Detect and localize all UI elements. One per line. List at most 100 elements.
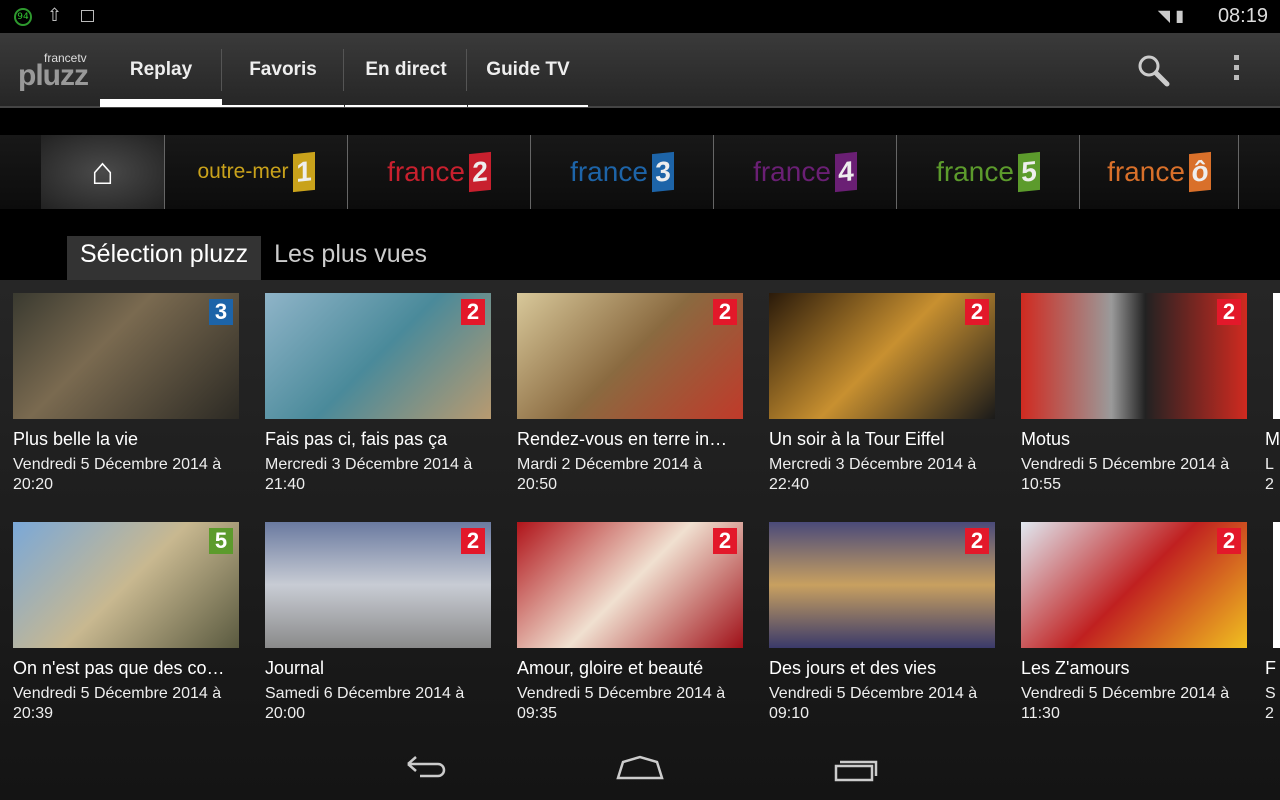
back-icon[interactable] xyxy=(400,750,450,786)
channel-number: ô xyxy=(1188,151,1211,193)
broadcast-time: 09:35 xyxy=(517,705,558,722)
program-card[interactable]: 2 Un soir à la Tour Eiffel Mercredi 3 Déce… xyxy=(769,293,1001,495)
program-date: Vendredi 5 Décembre 2014 à 09:10 xyxy=(769,684,1001,724)
channel-name: france xyxy=(753,156,831,187)
program-title: M xyxy=(1265,429,1280,449)
broadcast-date: Vendredi 5 Décembre 2014 à xyxy=(769,685,978,702)
search-icon[interactable] xyxy=(1136,53,1170,87)
navigation-bar xyxy=(0,740,1280,800)
program-title: Les Z'amours xyxy=(1021,658,1130,678)
program-card[interactable]: 5 On n'est pas que des co… Vendredi 5 Déce… xyxy=(13,522,245,724)
program-date: Vendredi 5 Décembre 2014 à 20:39 xyxy=(13,684,245,724)
program-grid: 3 Plus belle la vie Vendredi 5 Décembre 20… xyxy=(0,280,1280,800)
broadcast-time: 10:55 xyxy=(1021,476,1062,493)
program-thumbnail: 2 xyxy=(265,293,491,419)
tab-guide-tv[interactable]: Guide TV xyxy=(468,33,588,107)
broadcast-time: 2 xyxy=(1265,705,1274,722)
program-thumbnail: 5 xyxy=(13,522,239,648)
channel-number: 4 xyxy=(834,151,857,193)
broadcast-date: Samedi 6 Décembre 2014 à xyxy=(265,685,465,702)
broadcast-date: Vendredi 5 Décembre 2014 à xyxy=(13,685,222,702)
program-thumbnail: 2 xyxy=(769,522,995,648)
program-card[interactable]: 2 Des jours et des vies Vendredi 5 Décembr… xyxy=(769,522,1001,724)
tab-en-direct[interactable]: En direct xyxy=(345,33,467,107)
pluzz-logo[interactable]: francetv pluzz xyxy=(18,51,98,92)
channel-france-2[interactable]: france 2 xyxy=(348,135,531,209)
upload-icon: ⇧ xyxy=(47,5,63,26)
broadcast-date: Vendredi 5 Décembre 2014 à xyxy=(1021,456,1230,473)
channel-number: 1 xyxy=(292,151,315,193)
channel-home[interactable]: ⌂ xyxy=(41,135,165,209)
program-thumbnail: 2 xyxy=(1021,522,1247,648)
channel-france-3[interactable]: france 3 xyxy=(531,135,714,209)
program-date: Mercredi 3 Décembre 2014 à 21:40 xyxy=(265,455,497,495)
channel-name: france xyxy=(387,156,465,187)
channel-badge: 2 xyxy=(1217,528,1241,554)
program-date: Vendredi 5 Décembre 2014 à 20:20 xyxy=(13,455,245,495)
broadcast-date: Mercredi 3 Décembre 2014 à xyxy=(265,456,473,473)
status-bar: 94 ⇧ ◥ ▮ 08:19 xyxy=(0,0,1280,33)
channel-badge: 2 xyxy=(713,528,737,554)
channel-france-5[interactable]: france 5 xyxy=(897,135,1080,209)
program-title: Un soir à la Tour Eiffel xyxy=(769,429,945,449)
channel-number: 2 xyxy=(468,151,491,193)
broadcast-date: Vendredi 5 Décembre 2014 à xyxy=(13,456,222,473)
program-card[interactable]: 2 Amour, gloire et beauté Vendredi 5 Décem… xyxy=(517,522,749,724)
broadcast-date: S xyxy=(1265,685,1276,702)
broadcast-time: 20:39 xyxy=(13,705,54,722)
program-date: Mercredi 3 Décembre 2014 à 22:40 xyxy=(769,455,1001,495)
broadcast-date: Mardi 2 Décembre 2014 à xyxy=(517,456,702,473)
channel-badge: 2 xyxy=(461,299,485,325)
channel-bar: ⌂ outre-mer 1 france 2 france 3 france 4 france 5 f… xyxy=(0,135,1280,209)
clock: 08:19 xyxy=(1217,5,1268,27)
program-card[interactable]: 2 Fais pas ci, fais pas ça Mercredi 3 Déce… xyxy=(265,293,497,495)
program-card[interactable]: ML2 xyxy=(1265,293,1280,495)
channel-number: 5 xyxy=(1017,151,1040,193)
program-date: Vendredi 5 Décembre 2014 à 11:30 xyxy=(1021,684,1253,724)
program-title: Des jours et des vies xyxy=(769,658,937,678)
broadcast-time: 20:00 xyxy=(265,705,306,722)
broadcast-time: 20:50 xyxy=(517,476,558,493)
program-title: Motus xyxy=(1021,429,1071,449)
recent-apps-icon[interactable] xyxy=(832,750,882,786)
logo-main: pluzz xyxy=(18,59,89,92)
broadcast-date: L xyxy=(1265,456,1274,473)
home-icon[interactable] xyxy=(615,750,665,786)
program-thumbnail: 2 xyxy=(517,522,743,648)
channel-badge: 3 xyxy=(209,299,233,325)
program-card[interactable]: 2 Rendez-vous en terre in… Mardi 2 Décembr… xyxy=(517,293,749,495)
broadcast-time: 11:30 xyxy=(1021,705,1060,722)
program-thumbnail xyxy=(1273,522,1280,648)
tab-label: Replay xyxy=(129,58,193,80)
program-card[interactable]: 2 Motus Vendredi 5 Décembre 2014 à 10:55 xyxy=(1021,293,1253,495)
channel-france-4[interactable]: france 4 xyxy=(714,135,897,209)
channel-badge: 2 xyxy=(965,299,989,325)
channel-name: france xyxy=(936,156,1014,187)
program-title: Amour, gloire et beauté xyxy=(517,658,704,678)
overflow-menu-icon[interactable] xyxy=(1234,55,1240,85)
channel-outre-mer-1[interactable]: outre-mer 1 xyxy=(165,135,348,209)
program-card[interactable]: 2 Les Z'amours Vendredi 5 Décembre 2014 à 1… xyxy=(1021,522,1253,724)
tab-replay[interactable]: Replay xyxy=(100,33,222,107)
program-card[interactable]: 2 Journal Samedi 6 Décembre 2014 à 20:00 xyxy=(265,522,497,724)
tab-selection-pluzz[interactable]: Sélection pluzz xyxy=(67,236,262,280)
channel-name: france xyxy=(570,156,648,187)
program-title: Rendez-vous en terre in… xyxy=(517,429,728,449)
program-card[interactable]: FS2 xyxy=(1265,522,1280,724)
program-date: Vendredi 5 Décembre 2014 à 10:55 xyxy=(1021,455,1253,495)
broadcast-time: 09:10 xyxy=(769,705,810,722)
channel-name: outre-mer xyxy=(197,160,289,183)
tab-les-plus-vues[interactable]: Les plus vues xyxy=(261,236,440,280)
action-bar: francetv pluzz Replay Favoris En direct … xyxy=(0,33,1280,108)
channel-number: 3 xyxy=(651,151,674,193)
section-tabs: Sélection pluzz Les plus vues xyxy=(67,236,440,280)
tab-label: Guide TV xyxy=(486,58,570,80)
channel-france-ô[interactable]: france ô xyxy=(1080,135,1239,209)
tab-favoris[interactable]: Favoris xyxy=(222,33,344,107)
program-thumbnail xyxy=(1273,293,1280,419)
program-thumbnail: 2 xyxy=(769,293,995,419)
wifi-icon: ◥ xyxy=(1157,6,1171,25)
program-date: S2 xyxy=(1265,684,1280,724)
program-card[interactable]: 3 Plus belle la vie Vendredi 5 Décembre 20… xyxy=(13,293,245,495)
program-thumbnail: 3 xyxy=(13,293,239,419)
